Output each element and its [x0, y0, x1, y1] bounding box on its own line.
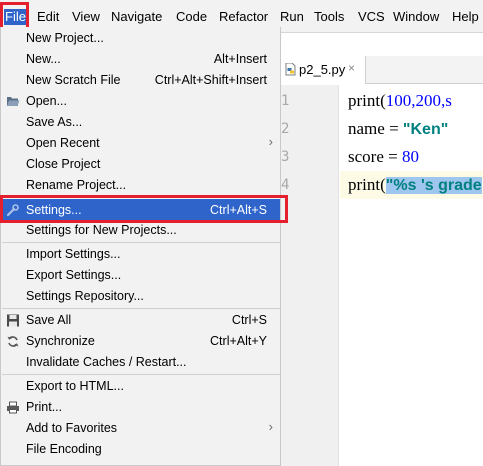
menu-separator: [2, 242, 280, 243]
menu-item-export-settings[interactable]: Export Settings...: [1, 265, 280, 286]
close-icon[interactable]: ×: [348, 61, 355, 75]
menu-item-new[interactable]: New... Alt+Insert: [1, 49, 280, 70]
menu-refactor[interactable]: Refactor: [219, 9, 268, 25]
menu-item-invalidate-caches[interactable]: Invalidate Caches / Restart...: [1, 352, 280, 373]
editor-tab[interactable]: p2_5.py ×: [281, 56, 366, 84]
menu-view[interactable]: View: [72, 9, 100, 25]
code-editor[interactable]: print(100,200,s name = "Ken" score = 80 …: [340, 85, 483, 466]
printer-icon: [7, 401, 19, 414]
line-number: 3: [281, 149, 290, 165]
menu-item-settings-repository[interactable]: Settings Repository...: [1, 286, 280, 307]
line-number: 1: [281, 93, 290, 109]
menu-navigate[interactable]: Navigate: [111, 9, 162, 25]
line-number: 4: [281, 177, 290, 193]
menu-vcs[interactable]: VCS: [358, 9, 385, 25]
menu-item-add-to-favorites[interactable]: Add to Favorites ›: [1, 418, 280, 439]
save-icon: [7, 314, 19, 327]
menu-item-export-html[interactable]: Export to HTML...: [1, 376, 280, 397]
menu-item-open-recent[interactable]: Open Recent ›: [1, 133, 280, 154]
menu-item-rename-project[interactable]: Rename Project...: [1, 175, 280, 196]
code-line: name = "Ken": [348, 119, 449, 138]
menu-item-save-as[interactable]: Save As...: [1, 112, 280, 133]
menu-help[interactable]: Help: [452, 9, 479, 25]
menu-item-save-all[interactable]: Save All Ctrl+S: [1, 310, 280, 331]
editor-tab-bar: p2_5.py ×: [281, 56, 483, 84]
menu-item-print[interactable]: Print...: [1, 397, 280, 418]
menu-item-close-project[interactable]: Close Project: [1, 154, 280, 175]
menu-item-open[interactable]: Open...: [1, 91, 280, 112]
code-line: print(100,200,s: [348, 91, 452, 110]
menu-item-file-encoding[interactable]: File Encoding: [1, 439, 280, 460]
menu-separator: [2, 374, 280, 375]
sync-icon: [7, 336, 19, 347]
settings-highlight-box: [0, 195, 288, 223]
file-menu: New Project... New... Alt+Insert New Scr…: [0, 27, 281, 466]
menu-item-new-scratch-file[interactable]: New Scratch File Ctrl+Alt+Shift+Insert: [1, 70, 280, 91]
python-file-icon: [285, 63, 296, 76]
submenu-arrow-icon: ›: [268, 419, 273, 434]
code-line: print("%s 's grade: [348, 175, 482, 194]
menu-code[interactable]: Code: [176, 9, 207, 25]
menu-tools[interactable]: Tools: [314, 9, 344, 25]
menu-item-new-project[interactable]: New Project...: [1, 28, 280, 49]
menu-item-synchronize[interactable]: Synchronize Ctrl+Alt+Y: [1, 331, 280, 352]
menu-separator: [2, 308, 280, 309]
menu-item-import-settings[interactable]: Import Settings...: [1, 244, 280, 265]
folder-icon: [7, 97, 20, 106]
code-line: score = 80: [348, 147, 419, 166]
menu-item-settings-new-projects[interactable]: Settings for New Projects...: [1, 220, 280, 241]
line-number: 2: [281, 121, 290, 137]
menu-window[interactable]: Window: [393, 9, 439, 25]
line-number-gutter: 1 2 3 4: [281, 85, 339, 466]
submenu-arrow-icon: ›: [268, 134, 273, 149]
menu-edit[interactable]: Edit: [37, 9, 59, 25]
menu-run[interactable]: Run: [280, 9, 304, 25]
tab-label: p2_5.py: [299, 62, 346, 77]
